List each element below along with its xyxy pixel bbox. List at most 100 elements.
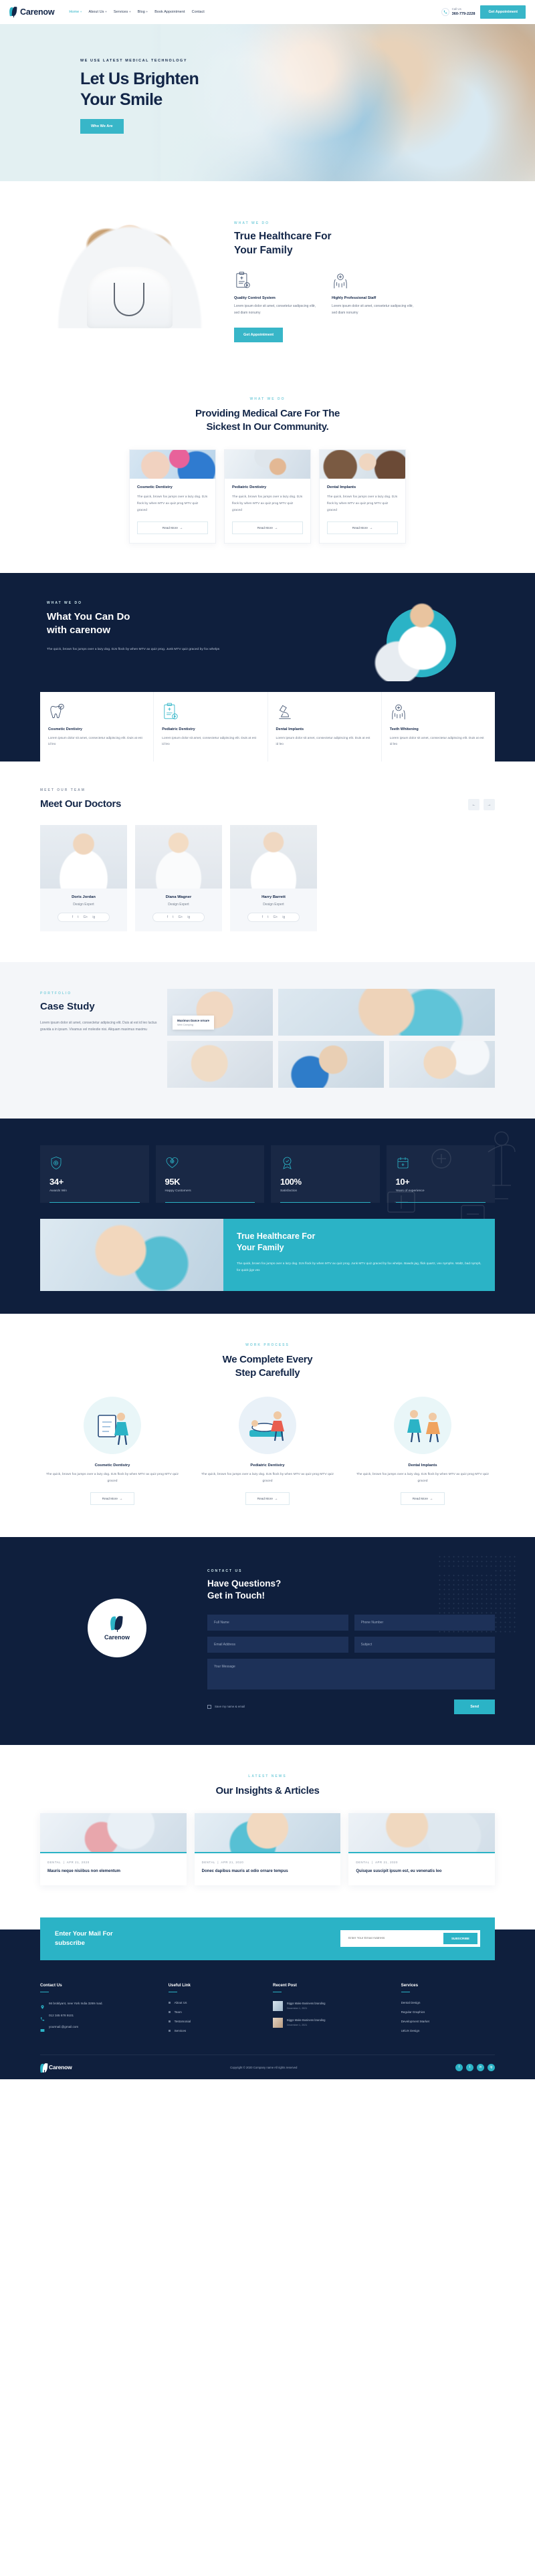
hero-title: Let Us Brighten Your Smile [80, 70, 199, 109]
fullname-input[interactable] [207, 1614, 348, 1631]
twitter-icon[interactable]: t [466, 2063, 473, 2071]
nav-item-services[interactable]: Services + [114, 10, 131, 14]
footer-phone[interactable]: 012 345 678 9101 [40, 2013, 158, 2021]
blog-card[interactable]: DENTAL | APR 21, 2020 Donec dapibus maur… [194, 1813, 341, 1886]
wycd-eyebrow: WHAT WE DO [47, 600, 261, 605]
nav-item-book-appointment[interactable]: Book Appointment [154, 10, 185, 14]
what-you-can-do-section: WHAT WE DO What You Can Do with carenow … [0, 572, 535, 762]
feature-title: Quality Control System [234, 296, 276, 300]
heading-underline [401, 1991, 410, 1993]
google-plus-icon[interactable]: G+ [274, 915, 278, 919]
wycd-service-grid: Cosmetic Dentistry Lorem ipsum dolor sit… [40, 691, 495, 762]
logo[interactable]: Carenow [9, 6, 55, 17]
instagram-icon[interactable]: ig [187, 915, 190, 919]
wycd-item[interactable]: Cosmetic Dentistry Lorem ipsum dolor sit… [40, 691, 154, 762]
doctor-socials: f t G+ ig [58, 913, 110, 923]
doctor-card-image [135, 825, 222, 889]
read-more-button[interactable]: Read More → [137, 521, 208, 534]
bullet-icon [168, 2030, 171, 2032]
read-more-button[interactable]: Read More → [245, 1492, 290, 1506]
shield-check-icon [49, 1156, 64, 1170]
facebook-icon[interactable]: f [455, 2063, 463, 2071]
facebook-icon[interactable]: f [72, 915, 73, 919]
linkedin-icon[interactable]: in [477, 2063, 484, 2071]
phone-icon [441, 8, 449, 16]
clipboard-report-icon [234, 271, 251, 290]
gallery-item[interactable]: Maximus Dance ornare Web Camping [167, 989, 273, 1036]
brand-badge-name: Carenow [104, 1633, 130, 1641]
footer-bottom-bar: Carenow Copyright © 2020 Company name Al… [39, 2055, 495, 2079]
doctor-card[interactable]: Doris Jordan Design Expert f t G+ ig [40, 825, 127, 932]
google-plus-icon[interactable]: G+ [84, 915, 88, 919]
footer-link[interactable]: Team [168, 2010, 262, 2014]
footer-useful-col: Useful Link About Us Team Testomonial Se… [168, 1983, 262, 2039]
footer-logo[interactable]: Carenow [39, 2063, 72, 2075]
phone-input[interactable] [354, 1614, 495, 1631]
wycd-content: WHAT WE DO What You Can Do with carenow … [40, 600, 261, 654]
footer-service-link[interactable]: Development Market [401, 2020, 495, 2023]
gallery-item[interactable] [389, 1041, 495, 1088]
heart-care-icon [165, 1156, 179, 1170]
nav-item-blog[interactable]: Blog + [138, 10, 148, 14]
save-info-checkbox[interactable]: Save my name & email [207, 1704, 245, 1709]
blog-category: DENTAL [201, 1861, 215, 1865]
read-more-button[interactable]: Read More → [327, 521, 398, 534]
microscope-icon [276, 703, 294, 721]
about-eyebrow: WHAT WE DO [234, 221, 270, 225]
doctor-card[interactable]: Harry Barrett Design Expert f t G+ ig [230, 825, 317, 932]
footer-link[interactable]: Testomonial [168, 2020, 262, 2023]
blog-card[interactable]: DENTAL | APR 21, 2020 Mauris neque nisii… [40, 1813, 187, 1886]
wycd-item[interactable]: Pediatric Dentistry Lorem ipsum dolor si… [154, 691, 268, 762]
stat-label: Satisfaction [280, 1189, 298, 1193]
read-more-button[interactable]: Read More → [232, 521, 303, 534]
footer-recent-post[interactable]: Biggs Make Business branding December 1,… [273, 2018, 391, 2028]
service-card[interactable]: Pediatric Dentistry The quick, brown fox… [224, 449, 311, 544]
gallery-item[interactable] [167, 1041, 273, 1088]
email-input[interactable] [207, 1636, 348, 1653]
nav-item-home[interactable]: Home + [69, 10, 82, 14]
service-card[interactable]: Cosmetic Dentistry The quick, brown fox … [129, 449, 216, 544]
arrow-left-icon[interactable]: ← [468, 799, 479, 811]
read-more-button[interactable]: Read More → [90, 1492, 134, 1506]
footer-recent-post[interactable]: Biggs Make Business branding December 1,… [273, 2001, 391, 2012]
stat-number: 100% [280, 1177, 302, 1187]
hands-care-icon [390, 703, 407, 721]
service-card-text: The quick, brown fox jumps over a lazy d… [232, 495, 303, 512]
stat-label: Awards Win [49, 1189, 68, 1193]
footer-email[interactable]: yourmail.@gmail.com [40, 2024, 158, 2032]
call-us-block[interactable]: Call Us 360-779-2228 [441, 7, 475, 17]
get-appointment-button[interactable]: Get Appointment [480, 5, 526, 19]
wycd-item[interactable]: Dental Implants Lorem ipsum dolor sit am… [268, 691, 382, 762]
instagram-icon[interactable]: ig [488, 2063, 495, 2071]
nav-item-contact[interactable]: Contact [192, 10, 205, 14]
footer-service-link[interactable]: Dental Design [401, 2001, 495, 2004]
blog-card[interactable]: DENTAL | APR 21, 2020 Quisque suscipit i… [348, 1813, 496, 1886]
read-more-button[interactable]: Read More → [401, 1492, 445, 1506]
facebook-icon[interactable]: f [262, 915, 263, 919]
about-appointment-button[interactable]: Get Appointment [234, 328, 284, 343]
instagram-icon[interactable]: ig [92, 915, 95, 919]
doctor-card[interactable]: Diana Wagner Design Expert f t G+ ig [135, 825, 222, 932]
message-textarea[interactable] [207, 1658, 495, 1689]
footer-link[interactable]: Services [168, 2029, 262, 2032]
facebook-icon[interactable]: f [167, 915, 168, 919]
main-nav: Home + About Us + Services + Blog + Book… [69, 10, 204, 14]
gallery-item[interactable] [278, 989, 495, 1036]
footer-service-link[interactable]: UI/UX Design [401, 2029, 495, 2032]
instagram-icon[interactable]: ig [282, 915, 285, 919]
wycd-item[interactable]: Teeth Whitening Lorem ipsum dolor sit am… [382, 692, 495, 762]
subscribe-button[interactable]: SUBSCRIBE [443, 1933, 477, 1945]
subject-input[interactable] [354, 1636, 495, 1653]
gallery-item[interactable] [278, 1041, 384, 1088]
nav-item-about[interactable]: About Us + [89, 10, 107, 14]
send-button[interactable]: Send [454, 1699, 495, 1714]
footer-logo-text: Carenow [49, 2064, 72, 2071]
footer-link[interactable]: About Us [168, 2001, 262, 2004]
service-card[interactable]: Dental Implants The quick, brown fox jum… [319, 449, 406, 544]
who-we-are-button[interactable]: Who We Are [80, 119, 124, 134]
arrow-right-icon[interactable]: → [484, 799, 495, 811]
checkbox-box[interactable] [207, 1704, 211, 1709]
footer-service-link[interactable]: Regular Graphics [401, 2010, 495, 2014]
newsletter-email-input[interactable] [342, 1933, 443, 1945]
google-plus-icon[interactable]: G+ [179, 915, 183, 919]
